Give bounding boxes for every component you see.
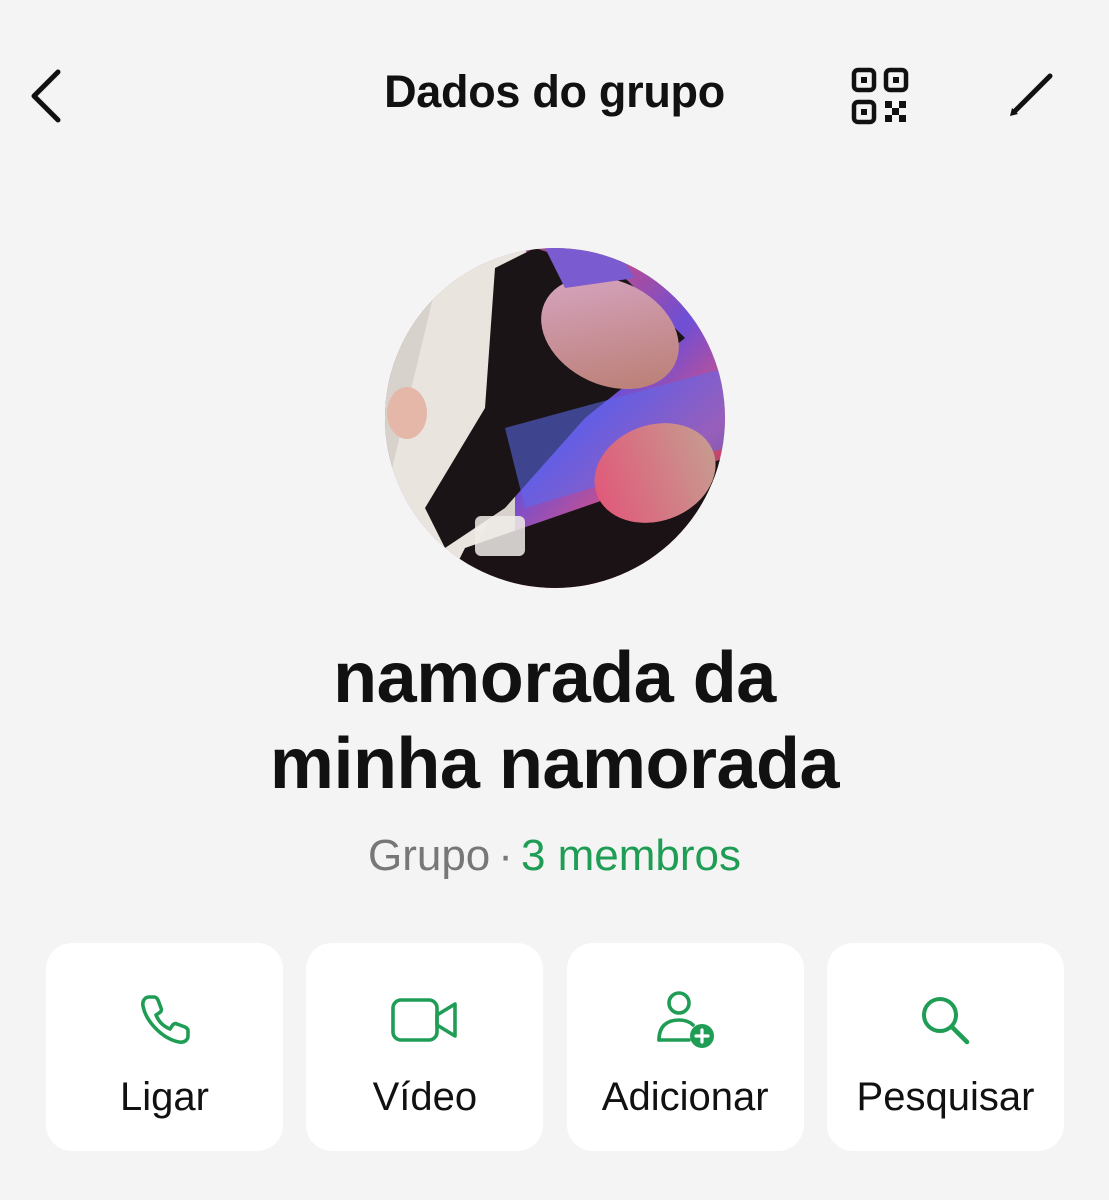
video-label: Vídeo (372, 1075, 478, 1119)
search-button[interactable]: Pesquisar (826, 943, 1064, 1151)
pencil-icon (1010, 73, 1053, 116)
action-bar: Ligar Vídeo Adicionar Pesquisar (46, 943, 1064, 1151)
video-button[interactable]: Vídeo (306, 943, 544, 1151)
call-label: Ligar (120, 1075, 209, 1119)
edit-button[interactable] (994, 56, 1070, 132)
add-member-label: Adicionar (601, 1075, 769, 1119)
group-name: namorada da minha namorada (80, 635, 1029, 807)
qr-code-button[interactable] (842, 58, 918, 134)
call-button[interactable]: Ligar (46, 943, 283, 1151)
group-name-line-2: minha namorada (269, 724, 840, 804)
add-member-button[interactable]: Adicionar (566, 943, 804, 1151)
video-camera-icon (391, 998, 457, 1042)
group-avatar[interactable] (385, 248, 725, 588)
group-name-line-1: namorada da (333, 638, 776, 718)
group-photo (385, 248, 725, 588)
page-title: Dados do grupo (384, 66, 725, 117)
group-info-screen: Dados do grupo namorada da minha namorad… (0, 0, 1109, 1200)
members-count-link[interactable]: 3 membros (521, 831, 741, 880)
phone-icon (140, 995, 190, 1044)
add-person-icon (657, 991, 715, 1048)
qr-code-icon (851, 67, 909, 125)
group-type-label: Grupo (367, 831, 491, 880)
meta-separator: · (498, 831, 513, 880)
search-label: Pesquisar (856, 1075, 1035, 1119)
header: Dados do grupo (0, 0, 1109, 200)
group-meta: Grupo · 3 membros (0, 829, 1109, 883)
search-icon (922, 997, 970, 1045)
